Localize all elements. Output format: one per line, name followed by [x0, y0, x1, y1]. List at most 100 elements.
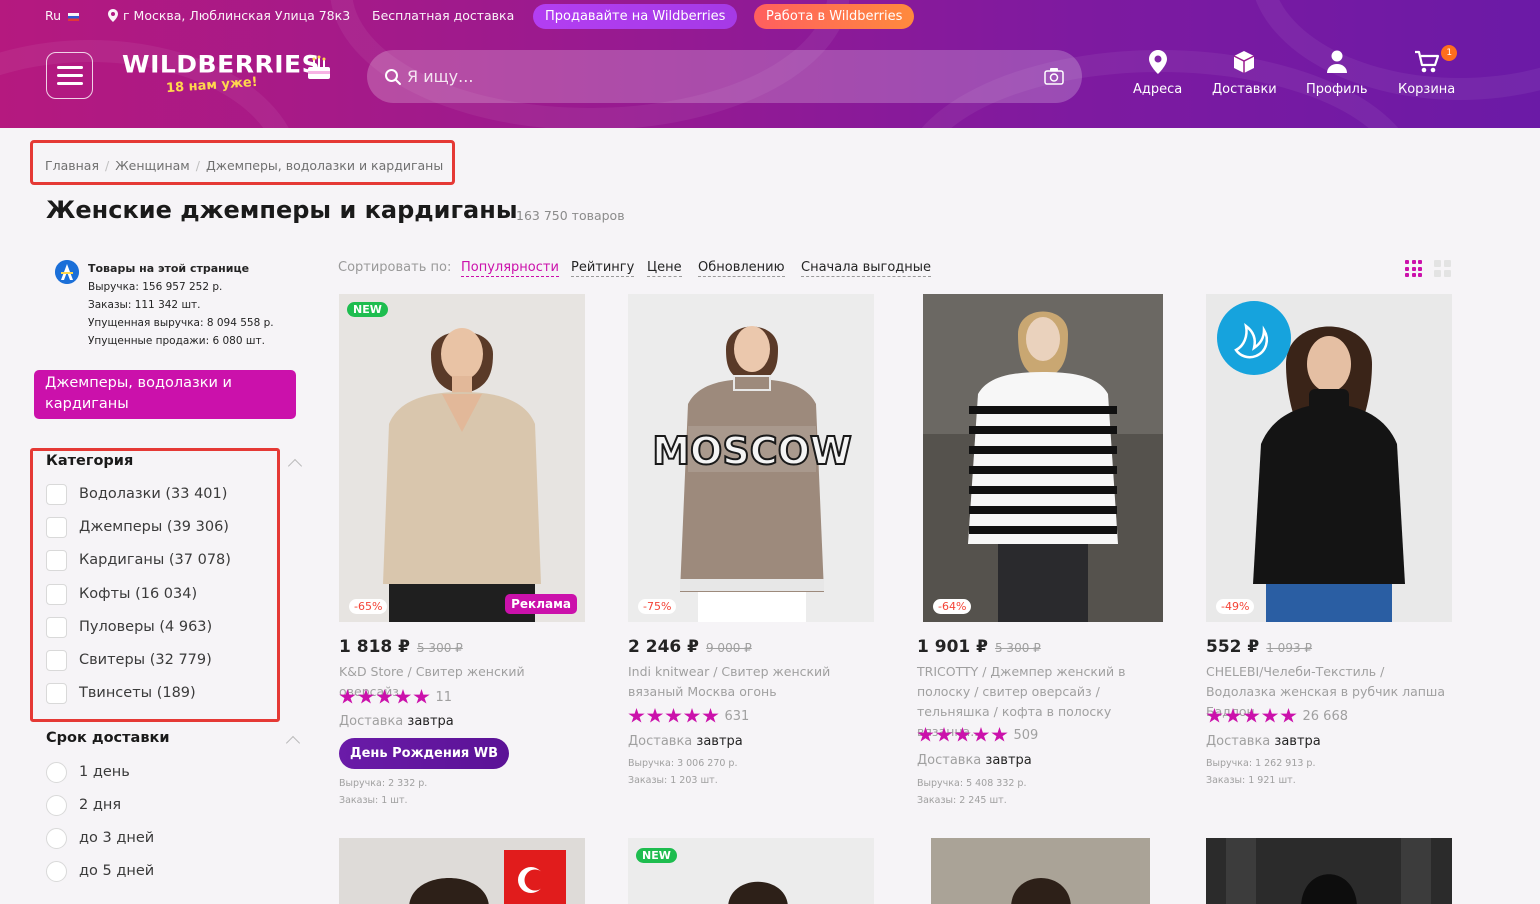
delivery-label: Доставка — [628, 734, 693, 749]
filter-category-item[interactable]: Свитеры (32 779) — [46, 648, 212, 672]
page-stats: Товары на этой странице Выручка: 156 957… — [55, 260, 274, 350]
radio[interactable] — [46, 794, 67, 816]
grid-small-icon[interactable] — [1405, 260, 1422, 277]
checkbox[interactable] — [46, 483, 67, 505]
star-icon — [665, 708, 682, 723]
nav-cart[interactable]: 1 Корзина — [1398, 45, 1458, 97]
delivery-label: Доставка — [917, 753, 982, 768]
menu-button[interactable] — [46, 52, 93, 99]
checkbox[interactable] — [46, 682, 67, 704]
checkbox[interactable] — [46, 583, 67, 605]
active-category-button[interactable]: Джемперы, водолазки и кардиганы — [34, 370, 296, 419]
grid-large-icon[interactable] — [1434, 260, 1451, 277]
breadcrumb-separator: / — [105, 158, 110, 173]
filter-delivery-item[interactable]: 1 день — [46, 760, 130, 784]
chevron-up-icon[interactable] — [287, 458, 303, 474]
language-selector[interactable]: Ru — [45, 8, 80, 23]
search-bar — [367, 50, 1082, 103]
logo[interactable]: WILDBERRIES 18 нам уже! — [122, 50, 330, 96]
star-icon — [991, 727, 1008, 742]
delivery-info: Доставка завтра — [628, 734, 743, 749]
product-photo[interactable]: NEW -65% Реклама — [339, 294, 585, 622]
checkbox[interactable] — [46, 516, 67, 538]
product-revenue: Выручка: 1 262 913 р. — [1206, 758, 1316, 769]
delivery-when: завтра — [696, 734, 743, 749]
search-icon — [385, 69, 401, 85]
filter-category-item[interactable]: Кардиганы (37 078) — [46, 548, 231, 572]
sort-popularity[interactable]: Популярности — [461, 260, 559, 277]
product-card-partial[interactable] — [1206, 838, 1452, 904]
stats-heading: Товары на этой странице — [88, 262, 250, 275]
sort-price[interactable]: Цене — [647, 260, 682, 277]
address-link[interactable]: г Москва, Люблинская Улица 78к3 — [108, 8, 350, 23]
stats-lost-sales: Упущенные продажи: 6 080 шт. — [88, 335, 265, 347]
breadcrumb-current[interactable]: Джемперы, водолазки и кардиганы — [206, 158, 443, 173]
header: Ru г Москва, Люблинская Улица 78к3 Беспл… — [0, 0, 1540, 128]
product-orders: Заказы: 2 245 шт. — [917, 795, 1007, 806]
filter-label: Водолазки (33 401) — [79, 486, 228, 502]
product-name[interactable]: Indi knitwear / Свитер женский вязаный М… — [628, 662, 874, 702]
star-icon — [683, 708, 701, 723]
delivery-filter-title: Срок доставки — [46, 730, 170, 746]
product-photo[interactable]: -49% — [1206, 294, 1452, 622]
radio[interactable] — [46, 860, 67, 882]
radio[interactable] — [46, 827, 67, 849]
old-price: 1 093 ₽ — [1266, 641, 1313, 655]
sort-rating[interactable]: Рейтингу — [571, 260, 635, 277]
work-at-wb-button[interactable]: Работа в Wildberries — [754, 4, 915, 29]
filter-category-item[interactable]: Водолазки (33 401) — [46, 482, 227, 506]
sort-best-deals[interactable]: Сначала выгодные — [801, 260, 932, 277]
sell-on-wb-button[interactable]: Продавайте на Wildberries — [533, 4, 738, 29]
star-icon — [1243, 708, 1260, 723]
radio[interactable] — [46, 761, 67, 783]
checkbox[interactable] — [46, 616, 67, 638]
chevron-up-icon[interactable] — [285, 735, 301, 751]
star-icon — [1224, 708, 1242, 723]
camera-icon[interactable] — [1044, 67, 1064, 85]
product-image — [339, 838, 585, 904]
review-count: 11 — [435, 689, 453, 705]
filter-label: Кардиганы (37 078) — [79, 552, 231, 568]
filter-label: Твинсеты (189) — [79, 685, 196, 701]
star-icon — [628, 708, 645, 723]
review-count: 509 — [1013, 727, 1039, 743]
language-label: Ru — [45, 8, 62, 23]
filter-delivery-item[interactable]: до 5 дней — [46, 859, 154, 883]
filter-category-item[interactable]: Пуловеры (4 963) — [46, 615, 212, 639]
product-card-partial[interactable] — [931, 838, 1150, 904]
filter-category-item[interactable]: Джемперы (39 306) — [46, 515, 229, 539]
sort-updated[interactable]: Обновлению — [698, 260, 785, 277]
filter-delivery-item[interactable]: до 3 дней — [46, 826, 154, 850]
free-delivery-link[interactable]: Бесплатная доставка — [372, 8, 514, 23]
checkbox[interactable] — [46, 549, 67, 571]
breadcrumb-home[interactable]: Главная — [45, 158, 99, 173]
product-card-partial[interactable]: NEW — [628, 838, 874, 904]
page-title: Женские джемперы и кардиганы — [46, 196, 518, 224]
product-card-partial[interactable] — [339, 838, 585, 904]
breadcrumb-women[interactable]: Женщинам — [115, 158, 190, 173]
breadcrumb: Главная / Женщинам / Джемперы, водолазки и к… — [45, 158, 443, 173]
product-photo[interactable]: -64% — [923, 294, 1163, 622]
current-price: 1 901 ₽ — [917, 637, 988, 657]
cake-icon — [308, 55, 330, 79]
cart-icon — [1414, 50, 1439, 73]
checkbox[interactable] — [46, 649, 67, 671]
nav-profile[interactable]: Профиль — [1306, 50, 1368, 97]
nav-deliveries[interactable]: Доставки — [1212, 50, 1277, 97]
filter-delivery-item[interactable]: 2 дня — [46, 793, 121, 817]
nav-addresses[interactable]: Адреса — [1133, 50, 1182, 97]
filter-category-item[interactable]: Кофты (16 034) — [46, 582, 197, 606]
rating: 509 — [917, 727, 1038, 743]
product-stats: Выручка: 5 408 332 р. Заказы: 2 245 шт. — [917, 775, 1026, 809]
breadcrumb-highlight: Главная / Женщинам / Джемперы, водолазки и к… — [30, 140, 455, 185]
search-input[interactable] — [407, 50, 1027, 103]
promo-badge[interactable]: День Рождения WB — [339, 738, 510, 769]
star-icon — [339, 689, 356, 704]
product-count: 163 750 товаров — [516, 208, 625, 223]
filter-category-item[interactable]: Твинсеты (189) — [46, 681, 196, 705]
product-photo[interactable]: MOSCOW -75% — [628, 294, 874, 622]
breadcrumb-separator: / — [195, 158, 200, 173]
rating: 11 — [339, 689, 452, 705]
filter-label: Кофты (16 034) — [79, 586, 198, 602]
product-orders: Заказы: 1 921 шт. — [1206, 775, 1296, 786]
